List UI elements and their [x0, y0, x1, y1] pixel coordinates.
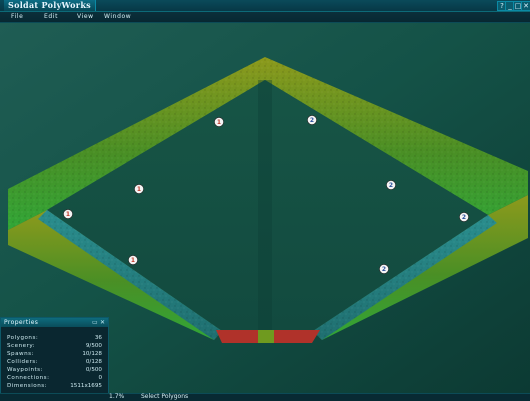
- prop-row-colliders: Colliders: 0/128: [7, 358, 102, 366]
- prop-value: 0/128: [85, 359, 102, 365]
- properties-header: Properties ▭ ✕: [1, 318, 108, 327]
- prop-value: 9/500: [85, 343, 102, 349]
- title-bar: Soldat PolyWorks ? _ □ ✕: [0, 0, 530, 12]
- spawn-marker-label: 2: [310, 117, 314, 124]
- prop-row-waypoints: Waypoints: 0/500: [7, 366, 102, 374]
- prop-label: Waypoints:: [7, 367, 43, 373]
- prop-row-polygons: Polygons: 36: [7, 334, 102, 342]
- spawn-marker-label: 2: [382, 266, 386, 273]
- spawn-marker-label: 2: [389, 182, 393, 189]
- prop-value: 0: [98, 375, 102, 381]
- prop-label: Spawns:: [7, 351, 34, 357]
- spawn-marker-team-2[interactable]: 2: [307, 115, 317, 125]
- prop-label: Polygons:: [7, 335, 39, 341]
- prop-value: 0/500: [85, 367, 102, 373]
- spawn-marker-label: 1: [137, 186, 141, 193]
- menu-file[interactable]: File: [11, 12, 23, 22]
- pit-center[interactable]: [258, 330, 274, 343]
- menu-bar: File Edit View Window: [0, 12, 530, 23]
- spawn-marker-team-1[interactable]: 1: [128, 255, 138, 265]
- spawn-marker-team-2[interactable]: 2: [379, 264, 389, 274]
- prop-row-connections: Connections: 0: [7, 374, 102, 382]
- prop-row-scenery: Scenery: 9/500: [7, 342, 102, 350]
- prop-label: Connections:: [7, 375, 50, 381]
- prop-label: Scenery:: [7, 343, 36, 349]
- spawn-marker-team-2[interactable]: 2: [386, 180, 396, 190]
- prop-row-dimensions: Dimensions: 1511x1695: [7, 382, 102, 390]
- spawn-marker-label: 1: [217, 119, 221, 126]
- prop-label: Dimensions:: [7, 383, 48, 389]
- spawn-marker-label: 1: [66, 211, 70, 218]
- spawn-marker-team-1[interactable]: 1: [134, 184, 144, 194]
- app-title: Soldat PolyWorks: [4, 0, 96, 11]
- spawn-marker-team-1[interactable]: 1: [214, 117, 224, 127]
- prop-value: 36: [94, 335, 102, 341]
- menu-window[interactable]: Window: [104, 12, 131, 22]
- prop-row-spawns: Spawns: 10/128: [7, 350, 102, 358]
- prop-value: 1511x1695: [70, 383, 102, 389]
- menu-edit[interactable]: Edit: [44, 12, 58, 22]
- menu-view[interactable]: View: [77, 12, 94, 22]
- spawn-marker-label: 1: [131, 257, 135, 264]
- prop-value: 10/128: [82, 351, 102, 357]
- properties-close-button[interactable]: ✕: [100, 318, 105, 327]
- properties-restore-button[interactable]: ▭: [92, 318, 98, 327]
- properties-title: Properties: [4, 319, 39, 326]
- properties-panel: Properties ▭ ✕ Polygons: 36 Scenery: 9/5…: [0, 317, 109, 395]
- spawn-marker-label: 2: [462, 214, 466, 221]
- prop-label: Colliders:: [7, 359, 39, 365]
- spawn-marker-team-1[interactable]: 1: [63, 209, 73, 219]
- spawn-marker-team-2[interactable]: 2: [459, 212, 469, 222]
- center-guide: [258, 80, 272, 330]
- close-button[interactable]: ✕: [521, 1, 530, 11]
